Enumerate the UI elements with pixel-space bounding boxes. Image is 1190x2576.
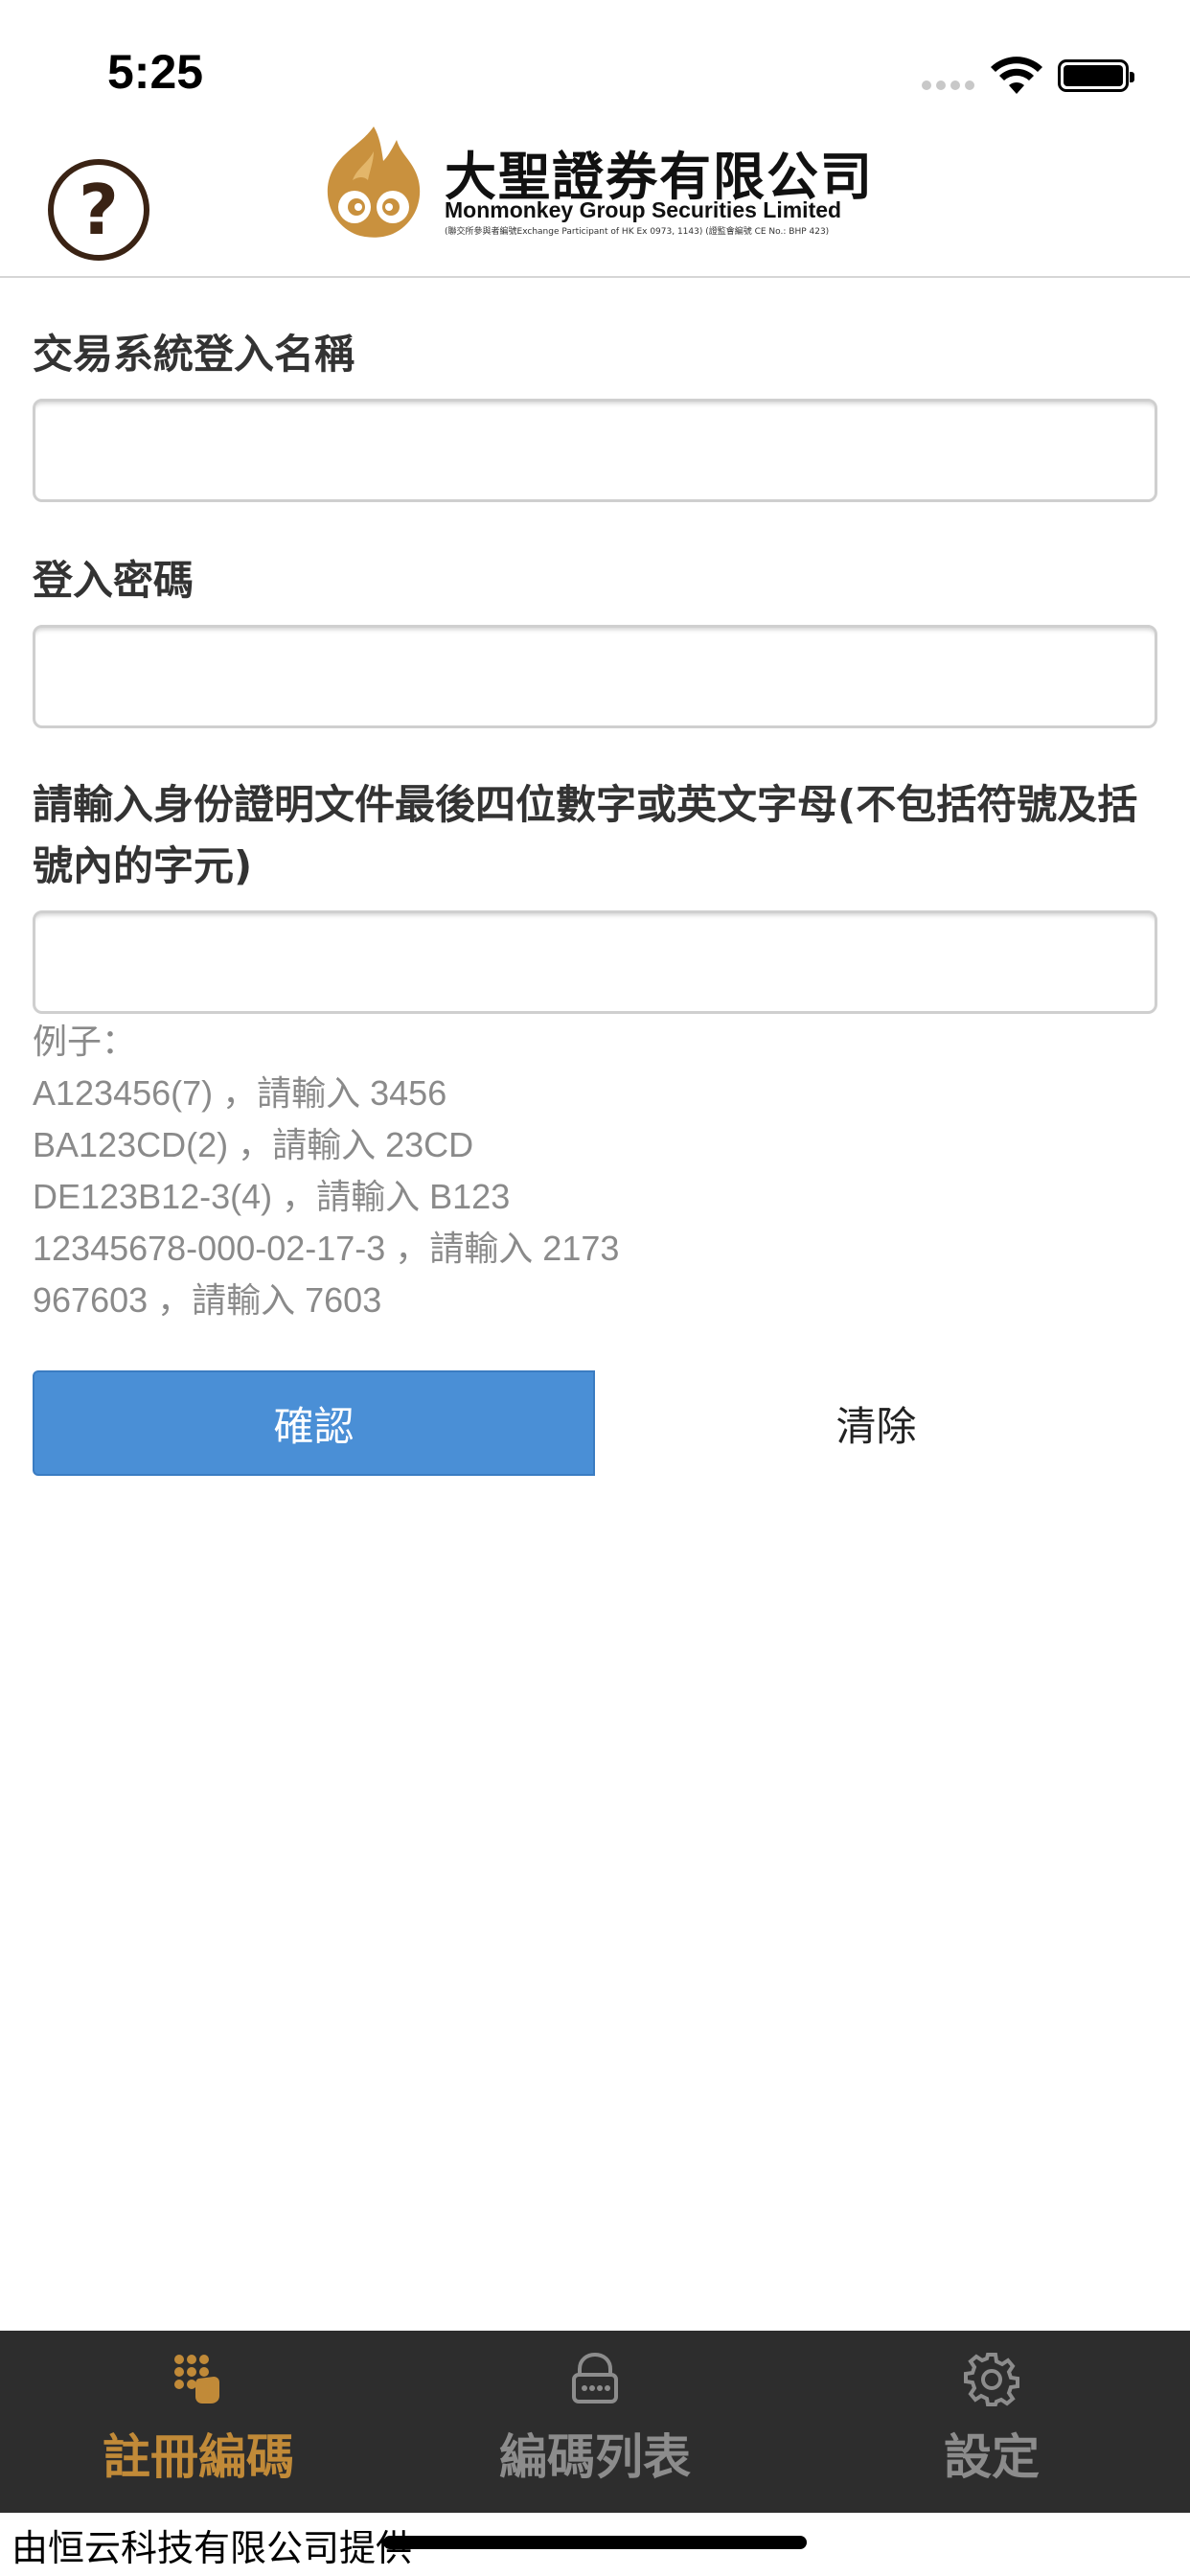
tab-code-list[interactable]: 編碼列表 [397, 2331, 793, 2513]
tab-label: 編碼列表 [499, 2429, 691, 2485]
keypad-hand-icon [174, 2355, 219, 2404]
cellular-signal-icon [922, 80, 974, 90]
status-time: 5:25 [107, 45, 204, 99]
example-line: 967603 ，請輸入 7603 [33, 1280, 382, 1320]
tab-register-code[interactable]: 註冊編碼 [0, 2331, 397, 2513]
clear-button[interactable]: 清除 [595, 1370, 1157, 1476]
question-mark-icon: ? [79, 170, 119, 250]
status-bar: 5:25 [0, 0, 1190, 129]
examples-title: 例子： [33, 1022, 137, 1061]
examples-block: 例子： A123456(7) ，請輸入 3456 BA123CD(2) ，請輸入… [33, 1016, 1157, 1326]
tab-label: 註冊編碼 [103, 2429, 294, 2485]
app-screen: 5:25 ? 大聖證券有限公司 Monmonkey Group Securiti… [0, 0, 1190, 2576]
lock-code-icon [572, 2352, 618, 2404]
example-line: 12345678-000-02-17-3 ，請輸入 2173 [33, 1229, 620, 1268]
app-header: ? 大聖證券有限公司 Monmonkey Group Securities Li… [0, 115, 1190, 278]
wifi-icon [991, 57, 1042, 94]
tab-label: 設定 [944, 2429, 1040, 2485]
id-digits-label: 請輸入身份證明文件最後四位數字或英文字母(不包括符號及括號內的字元) [33, 781, 1138, 889]
help-button[interactable]: ? [48, 159, 149, 261]
example-line: A123456(7) ，請輸入 3456 [33, 1073, 447, 1113]
example-line: BA123CD(2) ，請輸入 23CD [33, 1125, 474, 1164]
clear-button-label: 清除 [835, 1402, 917, 1450]
battery-icon [1058, 59, 1134, 92]
password-input[interactable] [33, 625, 1157, 728]
tab-bar: 註冊編碼 編碼列表 設定 [0, 2331, 1190, 2513]
gear-icon [964, 2353, 1019, 2406]
username-input[interactable] [33, 399, 1157, 502]
password-label: 登入密碼 [33, 557, 195, 604]
confirm-button-label: 確認 [273, 1402, 355, 1450]
username-label: 交易系統登入名稱 [33, 331, 355, 378]
company-logo: 大聖證券有限公司 Monmonkey Group Securities Limi… [320, 123, 872, 240]
monkey-flame-logo-icon [327, 126, 421, 238]
provider-footer: 由恒云科技有限公司提供 [11, 2527, 413, 2569]
example-line: DE123B12-3(4) ，請輸入 B123 [33, 1177, 511, 1216]
logo-english-name: Monmonkey Group Securities Limited [445, 197, 842, 222]
home-indicator[interactable] [383, 2536, 807, 2549]
tab-settings[interactable]: 設定 [793, 2331, 1190, 2513]
id-digits-input[interactable] [33, 910, 1157, 1014]
logo-registration-text: (聯交所參與者編號Exchange Participant of HK Ex 0… [445, 227, 830, 237]
confirm-button[interactable]: 確認 [33, 1370, 595, 1476]
